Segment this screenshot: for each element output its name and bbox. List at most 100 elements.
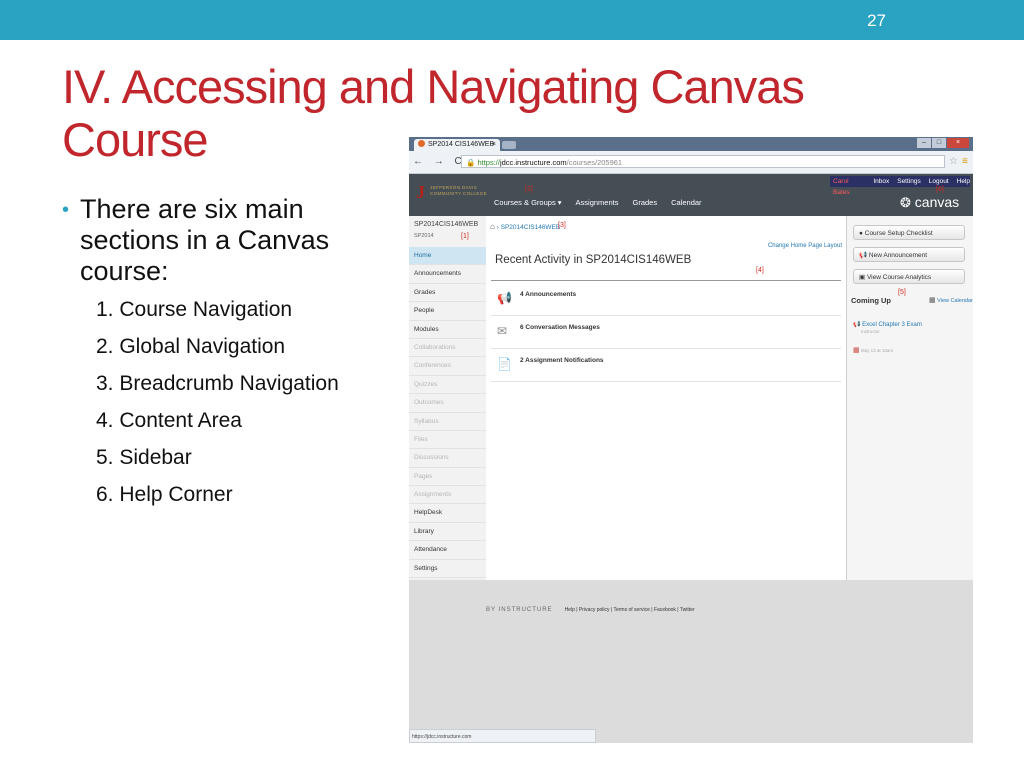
course-nav-item-pages[interactable]: Pages (409, 468, 486, 487)
view-calendar-label: View Calendar (937, 298, 973, 304)
window-controls: – □ × (917, 138, 969, 148)
slide-top-bar: 27 (0, 0, 1024, 40)
course-nav-item-discussions[interactable]: Discussions (409, 449, 486, 468)
canvas-logo-icon: ❂ (900, 195, 911, 210)
user-name-link[interactable]: Carol Bates (833, 176, 865, 196)
settings-link[interactable]: Settings (897, 176, 921, 187)
marker-6: [6] (936, 186, 944, 193)
coming-up-heading: Coming Up (851, 296, 891, 305)
college-logo[interactable]: J (416, 182, 425, 203)
url-path: /courses/205961 (566, 158, 623, 167)
upcoming-item[interactable]: 📢 Excel Chapter 3 Exam (853, 321, 922, 328)
course-nav-item-helpdesk[interactable]: HelpDesk (409, 504, 486, 523)
footer-links[interactable]: Help | Privacy policy | Terms of service… (565, 607, 695, 613)
calendar-icon: ▦ (929, 297, 936, 304)
course-nav-item-modules[interactable]: Modules (409, 321, 486, 339)
bullet-dot-icon: • (62, 199, 70, 221)
home-icon[interactable]: ⌂ (490, 222, 495, 231)
change-layout-link[interactable]: Change Home Page Layout (768, 243, 842, 249)
upcoming-date: ▦ May 13 at 10am (853, 346, 893, 354)
tab-close-icon[interactable]: × (492, 139, 496, 151)
canvas-brand[interactable]: ❂ canvas (900, 194, 959, 211)
course-navigation: SP2014CIS146WEB SP2014 [1] Home Announcem… (409, 216, 486, 580)
course-nav-item-outcomes[interactable]: Outcomes (409, 394, 486, 413)
new-tab-button[interactable] (502, 141, 516, 149)
new-announcement-button[interactable]: 📢 New Announcement (853, 247, 965, 262)
slide-number: 27 (867, 11, 886, 30)
activity-label: 4 Announcements (520, 291, 577, 298)
canvas-brand-text: canvas (914, 194, 960, 210)
section-item: 5. Sidebar (96, 446, 192, 469)
course-nav-item-quizzes[interactable]: Quizzes (409, 376, 486, 395)
address-bar[interactable]: 🔒 https://jdcc.instructure.com/courses/2… (461, 155, 945, 168)
marker-2: [2] (525, 186, 533, 193)
course-nav-item-announcements[interactable]: Announcements (409, 265, 486, 284)
checklist-icon: ● (859, 230, 863, 237)
browser-status-bar: https://jdcc.instructure.com (409, 729, 596, 743)
course-nav-item-conferences[interactable]: Conferences (409, 357, 486, 376)
bookmark-star-icon[interactable]: ☆ (949, 156, 958, 167)
close-window-button[interactable]: × (947, 138, 969, 148)
upcoming-date-text: May 13 at 10am (860, 348, 894, 353)
gnav-assignments[interactable]: Assignments (576, 198, 619, 207)
maximize-button[interactable]: □ (932, 138, 946, 148)
section-item: 3. Breadcrumb Navigation (96, 372, 339, 395)
gnav-calendar[interactable]: Calendar (671, 198, 701, 207)
activity-item[interactable]: 📢 4 Announcements (491, 282, 841, 316)
course-nav-item-grades[interactable]: Grades (409, 284, 486, 303)
course-term: SP2014 (414, 233, 434, 239)
breadcrumb-course[interactable]: SP2014CIS146WEB (501, 224, 561, 231)
gnav-courses-groups[interactable]: Courses & Groups ▾ (494, 198, 562, 207)
megaphone-icon: 📢 (853, 322, 861, 328)
calendar-icon: ▦ (853, 347, 860, 354)
help-corner: Carol Bates Inbox Settings Logout Help (830, 176, 970, 196)
lock-icon: 🔒 (466, 158, 476, 167)
college-name: JEFFERSON DAVIS COMMUNITY COLLEGE (430, 185, 487, 197)
megaphone-icon: 📢 (859, 252, 868, 259)
course-nav-item-files[interactable]: Files (409, 431, 486, 450)
course-nav-item-attendance[interactable]: Attendance (409, 541, 486, 560)
marker-4: [4] (756, 267, 764, 274)
course-nav-item-library[interactable]: Library (409, 523, 486, 542)
inbox-link[interactable]: Inbox (873, 176, 889, 187)
section-item: 4. Content Area (96, 409, 242, 432)
activity-item[interactable]: ✉ 6 Conversation Messages (491, 315, 841, 349)
course-setup-checklist-button[interactable]: ● Course Setup Checklist (853, 225, 965, 240)
envelope-icon: ✉ (497, 324, 508, 338)
chart-icon: ▣ (859, 274, 866, 281)
gnav-grades[interactable]: Grades (632, 198, 657, 207)
view-calendar-link[interactable]: ▦ View Calendar (929, 296, 973, 304)
tab-title: SP2014 CIS146WEB (428, 141, 495, 148)
section-item: 6. Help Corner (96, 483, 233, 506)
instructure-logo[interactable]: BY INSTRUCTURE (486, 607, 553, 613)
bullet-list: • There are six main sections in a Canva… (62, 194, 402, 519)
favicon-icon (418, 140, 425, 147)
assignment-icon: 📄 (497, 357, 512, 371)
section-list: 1. Course Navigation 2. Global Navigatio… (96, 297, 402, 519)
marker-5: [5] (898, 289, 906, 296)
content-area: ⌂ › SP2014CIS146WEB [3] Change Home Page… (486, 216, 847, 580)
section-item: 2. Global Navigation (96, 335, 286, 358)
course-nav-item-collaborations[interactable]: Collaborations (409, 339, 486, 358)
recent-activity-title: Recent Activity in SP2014CIS146WEB (495, 254, 692, 266)
browser-tab-strip: SP2014 CIS146WEB × – □ × (409, 137, 973, 151)
help-link[interactable]: Help (957, 176, 970, 187)
url-host: jdcc.instructure.com (499, 158, 567, 167)
course-nav-item-people[interactable]: People (409, 302, 486, 321)
view-course-analytics-button[interactable]: ▣ View Course Analytics (853, 269, 965, 284)
course-nav-item-assignments[interactable]: Assignments (409, 486, 486, 505)
activity-item[interactable]: 📄 2 Assignment Notifications (491, 348, 841, 382)
activity-label: 6 Conversation Messages (520, 324, 600, 331)
browser-menu-icon[interactable]: ≡ (962, 156, 968, 167)
browser-tab[interactable]: SP2014 CIS146WEB × (414, 139, 500, 151)
canvas-header: J JEFFERSON DAVIS COMMUNITY COLLEGE Cour… (409, 174, 973, 216)
course-nav-item-settings[interactable]: Settings (409, 560, 486, 579)
minimize-button[interactable]: – (917, 138, 931, 148)
button-label: Course Setup Checklist (864, 230, 933, 237)
course-nav-item-home[interactable]: Home (409, 247, 486, 266)
upcoming-item-sub: Instructor (861, 329, 880, 334)
course-nav-item-syllabus[interactable]: Syllabus (409, 413, 486, 431)
course-name[interactable]: SP2014CIS146WEB (414, 221, 478, 228)
section-item: 1. Course Navigation (96, 298, 293, 321)
course-nav-list: Home Announcements Grades People Modules Coll… (409, 247, 486, 579)
